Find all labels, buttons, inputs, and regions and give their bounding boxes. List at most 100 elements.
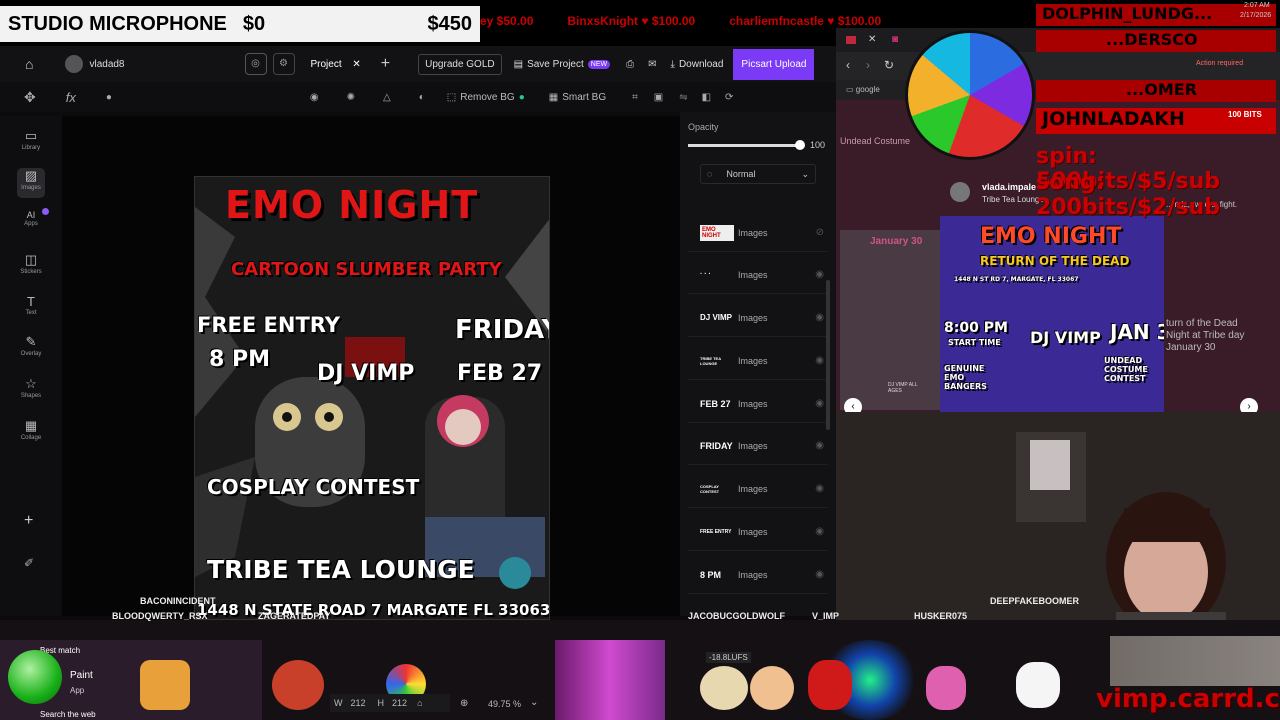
post-flyer-image[interactable]: EMO NIGHT RETURN OF THE DEAD 1448 N ST R… [940, 216, 1164, 412]
rail-text[interactable]: T Text [0, 294, 62, 316]
crop-icon[interactable]: ⌗ [632, 92, 638, 103]
avatar[interactable] [950, 182, 970, 202]
eye-icon[interactable]: ◉ [815, 398, 824, 409]
bookmark-google[interactable]: ▭ google [846, 85, 880, 94]
layers-scrollbar[interactable] [826, 280, 830, 430]
paint-app-name[interactable]: Paint [70, 670, 93, 681]
post-flyer-date: JAN 30 [1110, 320, 1164, 344]
opacity-handle[interactable] [795, 140, 805, 150]
height-input[interactable]: 212 [392, 698, 407, 708]
layer-thumb: DJ VIMP [700, 313, 733, 322]
layer-row[interactable]: FEB 27 Images ◉ [688, 385, 828, 423]
post-flyer-start: START TIME [948, 338, 1001, 347]
upgrade-button[interactable]: Upgrade GOLD [418, 53, 502, 75]
layer-row[interactable]: 8 PM Images ◉ [688, 556, 828, 594]
post-username[interactable]: vlada.impale [982, 182, 1036, 192]
replace-icon[interactable]: ⟳ [725, 92, 733, 103]
layer-row[interactable]: · · · Images ◉ [688, 256, 828, 294]
eraser-icon[interactable]: ◐ [419, 92, 425, 103]
save-label: Save Project [527, 58, 584, 70]
eye-icon[interactable]: ◉ [815, 355, 824, 366]
lock-icon[interactable]: ⌂ [417, 698, 422, 708]
rail-stickers[interactable]: ◫ Stickers [0, 252, 62, 275]
rail-apps[interactable]: AI Apps [0, 210, 62, 227]
eye-icon[interactable]: ◉ [815, 440, 824, 451]
fx-button[interactable]: fx [66, 90, 76, 105]
search-web-label[interactable]: Search the web [40, 710, 96, 719]
layer-row[interactable]: DJ VIMP Images ◉ [688, 299, 828, 337]
width-input[interactable]: 212 [351, 698, 366, 708]
chatter-name: DEEPFAKEBOOMER [990, 596, 1080, 606]
eye-icon[interactable]: ◉ [815, 569, 824, 580]
smart-bg-button[interactable]: ▦ Smart BG [549, 92, 606, 103]
flyer-venue: TRIBE TEA LOUNGE [207, 555, 475, 584]
brush-icon[interactable]: ✐ [24, 556, 34, 570]
username[interactable]: vladad8 [89, 59, 124, 70]
rail-collage[interactable]: ▦ Collage [0, 418, 62, 441]
layer-row[interactable]: FRIDAY Images ◉ [688, 427, 828, 465]
side-caption: turn of the Dead Night at Tribe day Janu… [1166, 318, 1245, 353]
image-icon: ▨ [24, 168, 38, 183]
zoom-icon[interactable]: ⊕ [460, 698, 468, 709]
save-project-button[interactable]: ▤ Save Project NEW [514, 59, 611, 70]
mirror-icon[interactable]: ◧ [702, 92, 711, 103]
download-button[interactable]: ⤓ Download [671, 59, 724, 70]
remove-bg-button[interactable]: ⬚ Remove BG ● [447, 92, 525, 103]
avatar[interactable] [65, 55, 84, 73]
post-flyer-contest: UNDEAD COSTUME CONTEST [1104, 356, 1148, 383]
rail-library[interactable]: ▭ Library [0, 128, 62, 151]
layer-row[interactable]: EMO NIGHT Images ⊘ [688, 214, 828, 252]
opacity-slider[interactable] [688, 144, 800, 147]
adjust-icon[interactable]: ✺ [347, 92, 355, 103]
picsart-upload-button[interactable]: Picsart Upload [733, 48, 815, 80]
lufs-readout: -18.8LUFS [706, 652, 751, 663]
instagram-tab-icon[interactable]: ◙ [892, 34, 898, 45]
add-icon[interactable]: + [24, 512, 33, 530]
paint-app-icon[interactable] [8, 650, 62, 704]
notification-dot [42, 208, 49, 215]
ai-icon: AI [26, 210, 36, 220]
rail-images[interactable]: ▨ Images [17, 168, 45, 198]
layer-name: Images [738, 398, 768, 409]
clock-date: 2/17/2026 [1240, 12, 1272, 19]
eye-hidden-icon[interactable]: ⊘ [816, 227, 824, 238]
layer-thumb: · · · [700, 271, 711, 278]
shape-icon[interactable]: △ [383, 92, 391, 103]
back-icon[interactable]: ‹ [846, 58, 850, 72]
rail-overlay[interactable]: ✎ Overlay [0, 334, 62, 357]
crop-circle-icon[interactable]: ◉ [310, 92, 319, 103]
action-required-badge[interactable]: Action required [1196, 60, 1243, 67]
frame-icon[interactable]: ▣ [654, 92, 663, 103]
home-icon[interactable]: ⌂ [25, 56, 33, 72]
layer-row[interactable]: FREE ENTRY Images ◉ [688, 513, 828, 551]
print-icon[interactable]: ⎙ [626, 59, 634, 70]
flip-icon[interactable]: ⇋ [679, 92, 687, 103]
chevron-down-icon[interactable]: ⌄ [530, 697, 538, 708]
flyer-canvas[interactable]: EMO NIGHT CARTOON SLUMBER PARTY FREE ENT… [194, 176, 550, 620]
forward-icon[interactable]: › [866, 58, 870, 72]
remove-bg-label: Remove BG [460, 91, 515, 103]
zoom-level[interactable]: 49.75 % [488, 699, 521, 709]
blend-mode-select[interactable]: ◌ Normal ⌄ [700, 164, 816, 184]
eye-icon[interactable]: ◉ [815, 312, 824, 323]
reload-icon[interactable]: ↻ [884, 58, 894, 72]
rail-shapes[interactable]: ☆ Shapes [0, 376, 62, 399]
link-icon[interactable]: ◎ [244, 53, 267, 75]
close-tab-icon[interactable]: ✕ [868, 34, 876, 45]
eye-icon[interactable]: ◉ [815, 483, 824, 494]
layer-row[interactable]: TRIBE TEA LOUNGE Images ◉ [688, 342, 828, 380]
move-icon[interactable]: ✥ [24, 89, 36, 106]
close-tab-icon[interactable]: ✕ [352, 59, 360, 70]
post-location[interactable]: Tribe Tea Lounge [982, 195, 1044, 204]
youtube-tab-icon[interactable] [846, 36, 856, 44]
eye-icon[interactable]: ◉ [815, 269, 824, 280]
layer-thumb: TRIBE TEA LOUNGE [700, 355, 721, 366]
new-tab-icon[interactable]: + [381, 55, 390, 73]
mail-icon[interactable]: ✉ [648, 59, 656, 70]
blob-icon[interactable]: ● [106, 92, 112, 103]
layer-row[interactable]: COSPLAY CONTEST Images ◉ [688, 470, 828, 508]
eye-icon[interactable]: ◉ [815, 526, 824, 537]
settings-icon[interactable]: ⚙ [272, 53, 295, 75]
white-creature-sticker [1016, 662, 1060, 708]
tab-project[interactable]: Project ✕ [311, 59, 361, 70]
